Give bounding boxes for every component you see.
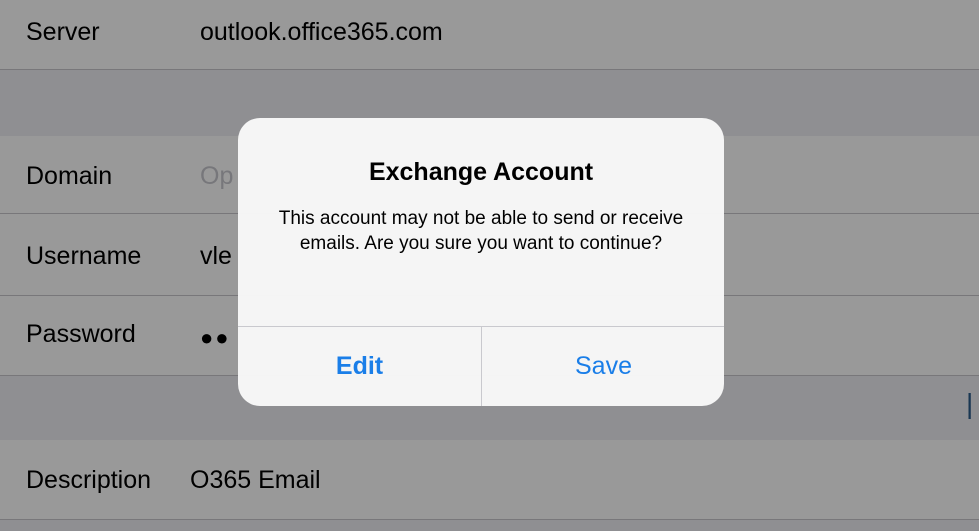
alert-message: This account may not be able to send or … — [278, 208, 684, 254]
save-button[interactable]: Save — [482, 327, 724, 406]
exchange-account-alert: Exchange Account This account may not be… — [238, 118, 724, 406]
alert-title: Exchange Account — [368, 158, 594, 186]
edit-button[interactable]: Edit — [238, 327, 481, 406]
